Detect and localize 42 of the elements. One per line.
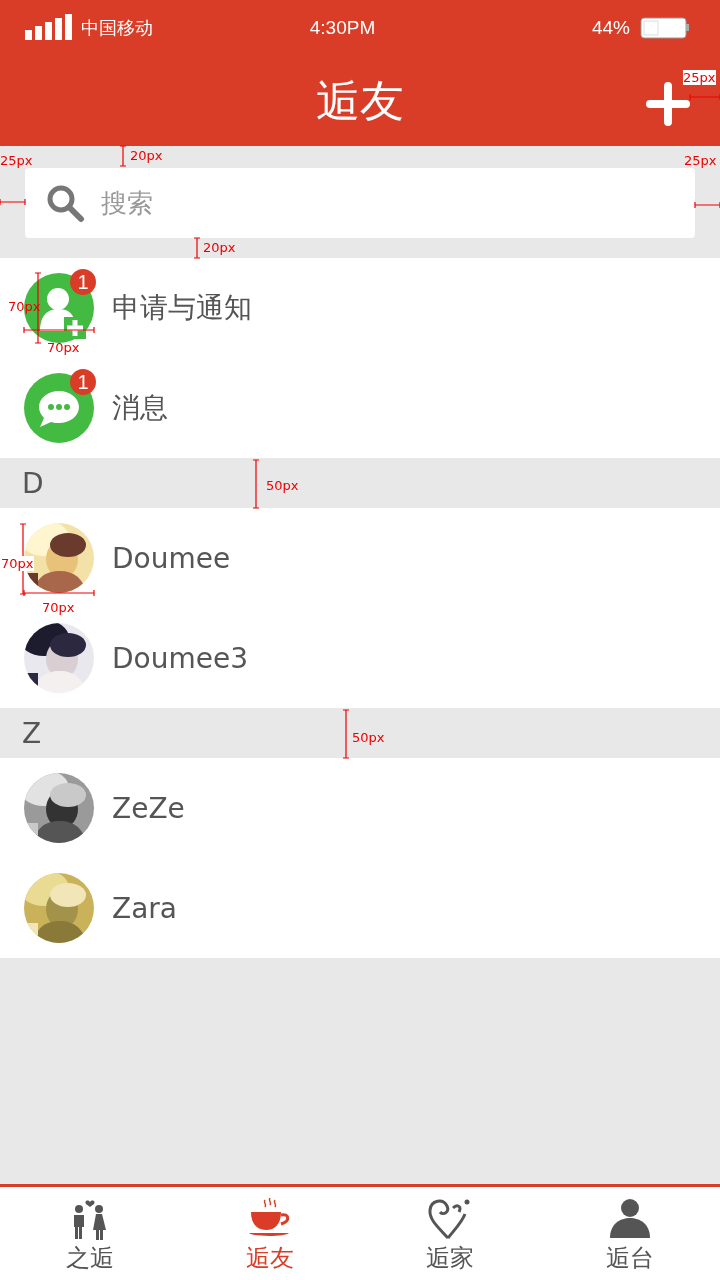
person-icon [608,1198,652,1240]
battery-percent: 44% [591,17,630,39]
contact-name: Doumee [112,541,231,575]
dimension-line [686,93,720,101]
dimension-line [691,201,720,209]
battery-icon [640,17,690,39]
contact-name: Doumee3 [112,641,248,675]
chat-bubble-icon [24,373,94,443]
notice-label: 消息 [112,390,168,426]
signal-icon [25,14,73,42]
count-badge: 1 [70,269,96,295]
tab[interactable]: 之逅 [0,1187,180,1280]
dimension-label: 50px [352,730,385,745]
contact-name: ZeZe [112,791,185,825]
notice-label: 申请与通知 [112,290,252,326]
dimension-line [0,198,29,206]
contact-name: Zara [112,891,177,925]
dimension-line [193,234,201,262]
section-letter: D [22,466,44,500]
dimension-label: 70px [42,600,75,615]
section-letter: Z [22,716,42,750]
dimension-line [252,456,260,512]
dimension-label: 70px [8,299,41,314]
dimension-line [119,142,127,170]
search-field[interactable]: 搜索 [25,168,695,238]
dimension-label: 25px [683,70,716,85]
dimension-label: 20px [130,148,163,163]
search-icon [45,183,85,223]
dimension-label: 25px [684,153,717,168]
tab[interactable]: 逅台 [540,1187,720,1280]
tab[interactable]: 逅友 [180,1187,360,1280]
tab[interactable]: 逅家 [360,1187,540,1280]
carrier-name: 中国移动 [81,16,153,40]
dimension-label: 70px [1,556,34,571]
dimension-label: 25px [0,153,33,168]
page-title: 逅友 [316,73,404,128]
dimension-line [342,706,350,762]
dimension-label: 20px [203,240,236,255]
count-badge: 1 [70,369,96,395]
dimension-label: 50px [266,478,299,493]
dimension-label: 70px [47,340,80,355]
status-time: 4:30PM [309,17,376,39]
